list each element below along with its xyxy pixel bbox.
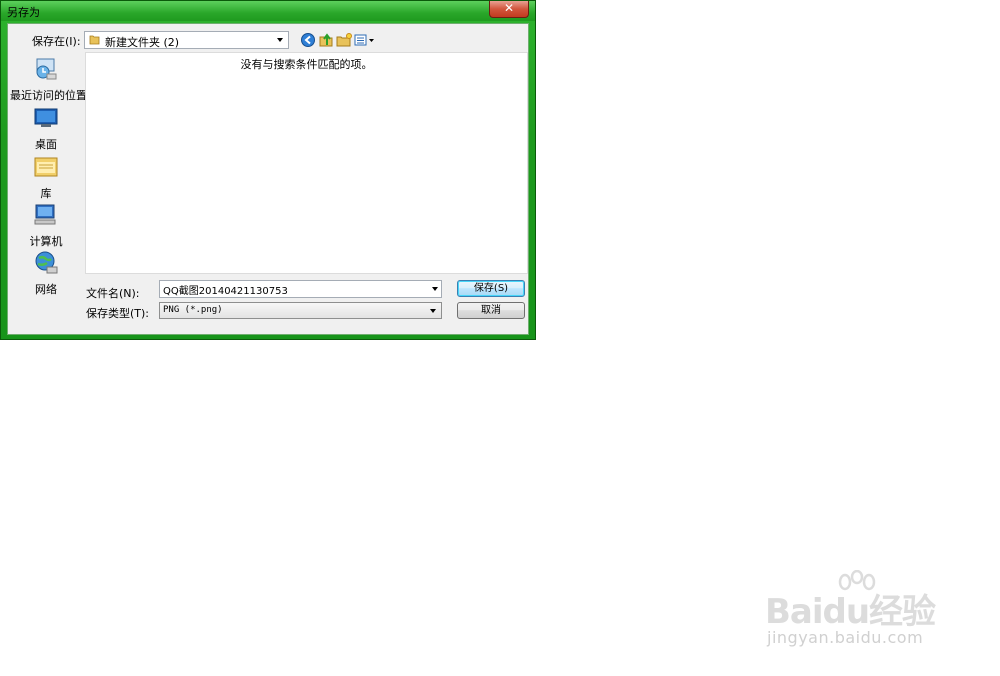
filename-input[interactable]: [159, 280, 442, 298]
sidebar-item-network[interactable]: 网络: [10, 250, 82, 297]
watermark-url: jingyan.baidu.com: [767, 628, 924, 647]
window-title: 另存为: [7, 6, 40, 19]
network-icon: [35, 251, 58, 274]
close-icon: ✕: [503, 1, 515, 15]
folder-icon: [89, 35, 100, 45]
dialog-body: 保存在(I): 新建文件夹 (2) 最近访问的位置 桌面 库 计算机 网络 没有…: [7, 23, 529, 335]
filetype-dropdown[interactable]: PNG (*.png): [159, 302, 442, 319]
save-in-dropdown[interactable]: 新建文件夹 (2): [84, 31, 289, 49]
current-folder-name: 新建文件夹 (2): [105, 36, 180, 49]
baidu-jingyan-watermark: Baidu经验 jingyan.baidu.com: [765, 570, 955, 660]
sidebar-item-recent-places[interactable]: 最近访问的位置: [10, 56, 87, 103]
recent-places-icon: [36, 58, 57, 80]
empty-message: 没有与搜索条件匹配的项。: [240, 58, 373, 71]
sidebar-item-computer[interactable]: 计算机: [10, 202, 82, 249]
places-bar: 最近访问的位置 桌面 库 计算机 网络: [10, 52, 87, 296]
chevron-down-icon[interactable]: [426, 303, 441, 319]
filetype-value: PNG (*.png): [163, 305, 223, 315]
sidebar-item-libraries[interactable]: 库: [10, 154, 82, 201]
close-button[interactable]: ✕: [489, 1, 529, 18]
chevron-down-icon[interactable]: [273, 32, 288, 48]
sidebar-item-label: 库: [40, 187, 52, 200]
view-menu-icon[interactable]: [354, 32, 376, 48]
sidebar-item-desktop[interactable]: 桌面: [10, 105, 82, 152]
sidebar-item-label: 最近访问的位置: [10, 89, 87, 102]
sidebar-item-label: 网络: [35, 283, 57, 296]
save-as-dialog: 另存为 ✕ 保存在(I): 新建文件夹 (2) 最近访问的位置 桌面 库 计算机…: [0, 0, 536, 340]
new-folder-icon[interactable]: [336, 32, 352, 48]
sidebar-item-label: 计算机: [29, 235, 63, 248]
filetype-label: 保存类型(T):: [86, 307, 150, 320]
save-in-label: 保存在(I):: [32, 35, 81, 48]
file-list-view[interactable]: 没有与搜索条件匹配的项。: [85, 52, 528, 274]
filename-label: 文件名(N):: [86, 287, 140, 300]
save-button[interactable]: 保存(S): [457, 280, 525, 297]
watermark-brand: Baidu经验: [765, 592, 936, 632]
computer-icon: [34, 204, 56, 225]
desktop-icon: [34, 108, 58, 127]
cancel-button[interactable]: 取消: [457, 302, 525, 319]
title-bar[interactable]: 另存为 ✕: [1, 1, 535, 21]
chevron-down-icon[interactable]: [428, 281, 442, 297]
up-folder-icon[interactable]: [318, 32, 334, 48]
libraries-icon: [34, 157, 58, 177]
sidebar-item-label: 桌面: [35, 138, 57, 151]
back-icon[interactable]: [300, 32, 316, 48]
